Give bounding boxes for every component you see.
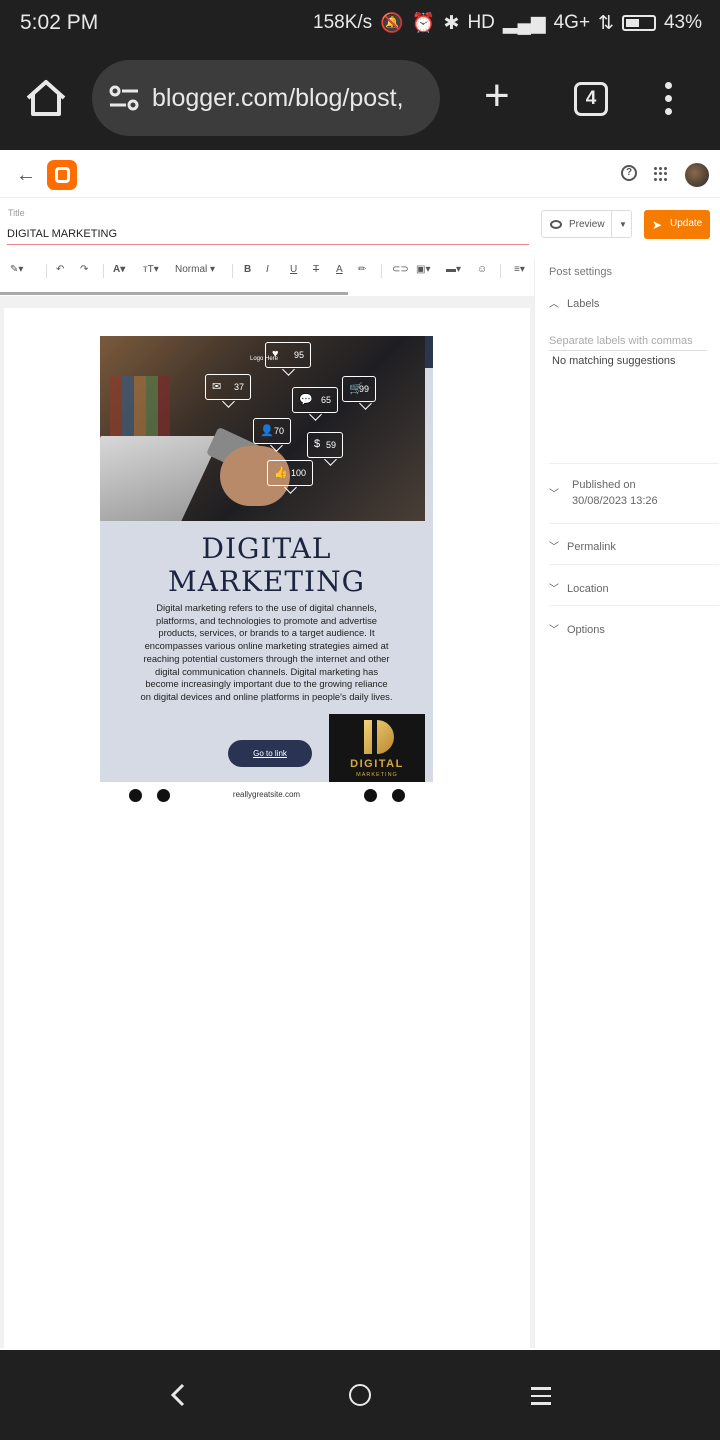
brand-mark-icon bbox=[364, 718, 394, 756]
nav-home-icon[interactable] bbox=[349, 1384, 371, 1406]
text-style-icon[interactable]: A▾ bbox=[113, 264, 125, 275]
poster-heading: DIGITAL MARKETING bbox=[168, 532, 365, 598]
user-icon: 👤 bbox=[260, 425, 274, 437]
status-time: 5:02 PM bbox=[20, 11, 99, 34]
preview-label: Preview bbox=[569, 219, 605, 230]
chevron-up-icon: ︿ bbox=[549, 299, 559, 310]
underline-icon[interactable]: U bbox=[290, 264, 297, 275]
format-select[interactable]: Normal ▾ bbox=[175, 264, 215, 275]
url-text[interactable]: blogger.com/blog/post, bbox=[152, 84, 430, 113]
post-settings-panel: Post settings ︿ Labels Separate labels wi… bbox=[534, 258, 720, 1348]
browser-menu-button[interactable] bbox=[658, 82, 678, 118]
top-accent-strip bbox=[425, 336, 433, 368]
highlight-icon[interactable]: ✏ bbox=[358, 264, 366, 275]
address-bar[interactable]: blogger.com/blog/post, bbox=[92, 60, 440, 136]
thumbs-up-icon: 👍 bbox=[274, 467, 288, 479]
toolbar-scrollbar[interactable] bbox=[0, 292, 348, 295]
poster-footer: reallygreatsite.com bbox=[100, 787, 433, 805]
signal-icon: ▂▄▆ bbox=[502, 12, 546, 34]
tab-switcher-button[interactable]: 4 bbox=[574, 82, 608, 116]
dollar-bubble: $59 bbox=[307, 432, 343, 458]
poster-body-text: Digital marketing refers to the use of d… bbox=[140, 602, 393, 702]
preview-dropdown-icon[interactable]: ▼ bbox=[619, 220, 627, 229]
bold-icon[interactable]: B bbox=[244, 264, 251, 275]
no-match-text: No matching suggestions bbox=[552, 355, 676, 367]
text-color-icon[interactable]: A bbox=[336, 264, 343, 275]
italic-icon[interactable]: I bbox=[266, 264, 269, 275]
labels-section-toggle[interactable]: ︿ Labels bbox=[549, 295, 709, 310]
hd-indicator: HD bbox=[467, 12, 495, 33]
mail-bubble: ✉ 37 bbox=[205, 374, 251, 400]
format-toolbar: ✎▾ ↶ ↷ A▾ тT▾ Normal ▾ B I U T A ✏ ⊂⊃ ▣▾… bbox=[0, 258, 534, 284]
bluetooth-icon: ✱ bbox=[443, 12, 460, 34]
mail-icon: ✉ bbox=[212, 381, 222, 393]
update-button[interactable]: ➤ Update bbox=[644, 210, 710, 239]
undo-icon[interactable]: ↶ bbox=[56, 264, 64, 275]
network-type: 4G+ bbox=[553, 12, 591, 33]
comment-icon: 💬 bbox=[299, 394, 313, 406]
status-icons: 158K/s 🔕 ⏰ ✱ HD ▂▄▆ 4G+ ⇅ 43% bbox=[313, 11, 702, 35]
new-tab-button[interactable]: + bbox=[484, 74, 510, 118]
image-icon[interactable]: ▣▾ bbox=[416, 264, 430, 275]
battery-percent: 43% bbox=[663, 12, 702, 33]
eye-icon bbox=[550, 220, 562, 229]
comment-bubble: 💬 65 bbox=[292, 387, 338, 413]
blogger-logo[interactable] bbox=[47, 160, 77, 190]
back-arrow-icon[interactable]: ← bbox=[16, 164, 36, 187]
battery-icon bbox=[621, 15, 656, 31]
alarm-icon: ⏰ bbox=[411, 13, 436, 34]
video-icon[interactable]: ▬▾ bbox=[446, 264, 461, 275]
dollar-icon: $ bbox=[314, 438, 321, 450]
chevron-down-icon: ﹀ bbox=[549, 542, 559, 553]
font-size-icon[interactable]: тT▾ bbox=[143, 264, 159, 275]
settings-heading: Post settings bbox=[549, 266, 612, 278]
update-label: Update bbox=[670, 218, 703, 229]
pencil-mode-icon[interactable]: ✎▾ bbox=[10, 264, 23, 275]
network-speed: 158K/s bbox=[313, 12, 373, 33]
options-section-toggle[interactable]: ﹀ Options bbox=[549, 621, 709, 636]
browser-toolbar: blogger.com/blog/post, + 4 bbox=[0, 46, 720, 150]
chevron-down-icon: ﹀ bbox=[549, 584, 559, 595]
system-nav-bar bbox=[0, 1350, 720, 1440]
help-icon[interactable]: ? bbox=[621, 165, 637, 181]
preview-button[interactable]: Preview ▼ bbox=[541, 210, 632, 238]
site-settings-icon[interactable] bbox=[108, 84, 140, 112]
status-bar: 5:02 PM 158K/s 🔕 ⏰ ✱ HD ▂▄▆ 4G+ ⇅ 43% bbox=[0, 0, 720, 46]
avatar[interactable] bbox=[685, 163, 709, 187]
home-icon[interactable] bbox=[24, 78, 68, 118]
heart-bubble: ♥ 95 bbox=[265, 342, 311, 368]
chevron-down-icon: ﹀ bbox=[549, 625, 559, 636]
labels-input[interactable]: Separate labels with commas bbox=[549, 335, 707, 351]
apps-grid-icon[interactable] bbox=[654, 167, 668, 181]
mute-icon: 🔕 bbox=[380, 13, 404, 34]
chevron-down-icon: ﹀ bbox=[549, 489, 559, 500]
phone-icon bbox=[392, 789, 405, 802]
post-image[interactable]: Logo Here ✉ 37 ♥ 95 💬 65 🛒 99 👤 70 $59 👍 100 D… bbox=[100, 336, 433, 782]
title-input[interactable]: DIGITAL MARKETING bbox=[7, 228, 529, 245]
location-section-toggle[interactable]: ﹀ Location bbox=[549, 580, 709, 595]
link-icon[interactable]: ⊂⊃ bbox=[392, 264, 409, 275]
align-icon[interactable]: ≡▾ bbox=[514, 264, 525, 275]
emoji-icon[interactable]: ☺ bbox=[477, 264, 487, 275]
permalink-section-toggle[interactable]: ﹀ Permalink bbox=[549, 538, 709, 553]
strikethrough-icon[interactable]: T bbox=[313, 264, 319, 275]
nav-back-icon[interactable] bbox=[168, 1382, 188, 1408]
website-text: reallygreatsite.com bbox=[232, 790, 301, 799]
published-section-toggle[interactable]: ﹀ Published on 30/08/2023 13:26 bbox=[549, 479, 709, 507]
format-select-label: Normal bbox=[175, 264, 208, 275]
cart-bubble: 🛒 99 bbox=[342, 376, 376, 402]
photo-background: Logo Here ✉ 37 ♥ 95 💬 65 🛒 99 👤 70 $59 👍 100 bbox=[100, 336, 425, 521]
send-icon: ➤ bbox=[652, 218, 663, 232]
title-label: Title bbox=[8, 208, 25, 218]
data-arrows-icon: ⇅ bbox=[598, 12, 614, 34]
redo-icon[interactable]: ↷ bbox=[80, 264, 88, 275]
heart-icon: ♥ bbox=[272, 348, 279, 360]
go-to-link-button[interactable]: Go to link bbox=[228, 740, 312, 767]
blogger-header: ← ? bbox=[0, 152, 720, 198]
email-icon bbox=[364, 789, 377, 802]
nav-recents-icon[interactable] bbox=[531, 1387, 551, 1410]
brand-logo: DIGITAL MARKETING bbox=[329, 714, 425, 782]
user-bubble: 👤 70 bbox=[253, 418, 291, 444]
like-bubble: 👍 100 bbox=[267, 460, 313, 486]
